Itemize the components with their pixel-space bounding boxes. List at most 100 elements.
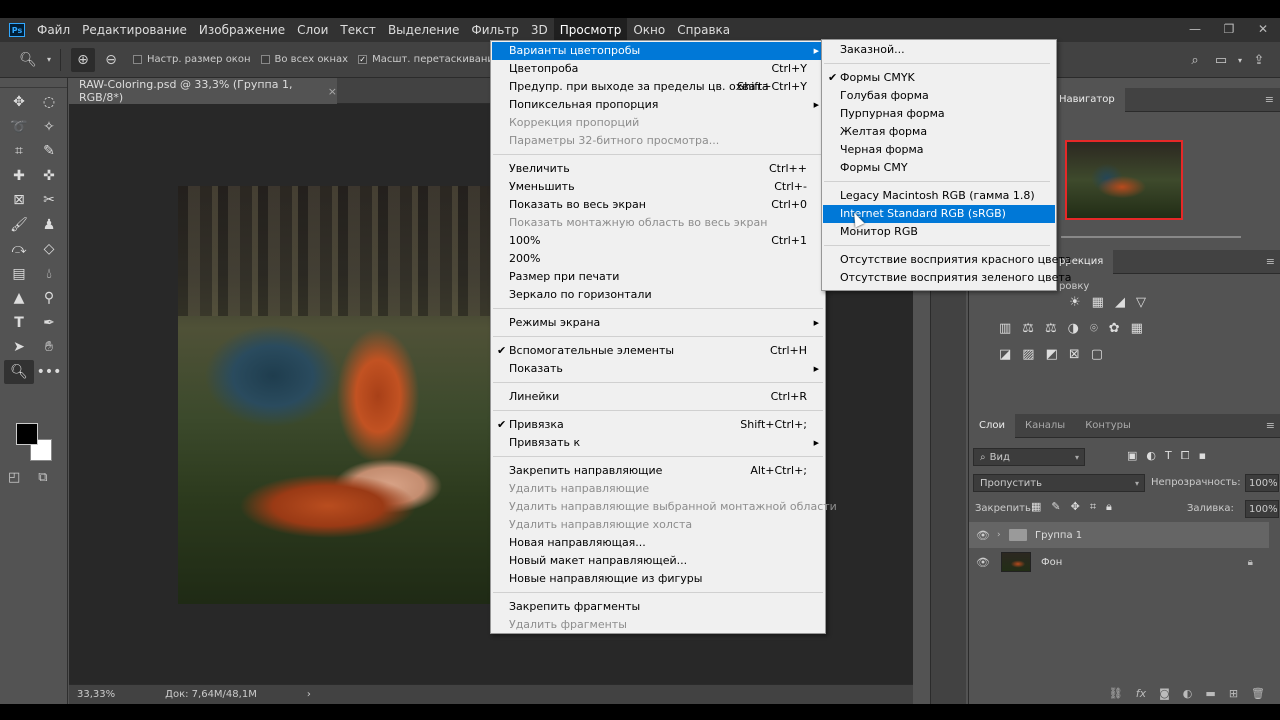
tab-layers[interactable]: Слои xyxy=(969,413,1015,438)
menu-item-gamut-warning[interactable]: Предупр. при выходе за пределы цв. охват… xyxy=(492,78,824,96)
menu-file[interactable]: Файл xyxy=(31,18,76,42)
restore-button[interactable]: ❐ xyxy=(1212,18,1246,42)
chevron-down-icon[interactable]: ▾ xyxy=(1234,56,1246,65)
menu-view[interactable]: Просмотр xyxy=(553,18,628,42)
zoom-in-icon[interactable]: ⊕ xyxy=(71,47,95,72)
menu-item-lock-slices[interactable]: Закрепить фрагменты xyxy=(492,598,824,616)
layer-filter-dropdown[interactable]: ⌕ Вид ▾ xyxy=(973,448,1085,466)
eye-icon[interactable]: 👁︎ xyxy=(969,529,997,542)
submenu-item-custom[interactable]: Заказной... xyxy=(823,41,1055,59)
submenu-item-working-cmyk[interactable]: ✔ Формы CMYK xyxy=(823,69,1055,87)
image-filter-icon[interactable]: ▣ xyxy=(1127,449,1137,463)
submenu-item-deuteranopia[interactable]: Отсутствие восприятия зеленого цвета xyxy=(823,269,1071,287)
pen-tool-icon[interactable]: ✒ xyxy=(34,311,64,336)
adjustment-filter-icon[interactable]: ◐ xyxy=(1146,449,1156,463)
menu-item-proof-setup[interactable]: Варианты цветопробы ▶ xyxy=(492,42,824,60)
menu-item-screen-mode[interactable]: Режимы экрана ▶ xyxy=(492,314,824,332)
minimize-button[interactable]: — xyxy=(1178,18,1212,42)
fx-icon[interactable]: fx xyxy=(1136,687,1146,700)
menu-edit[interactable]: Редактирование xyxy=(76,18,193,42)
menu-help[interactable]: Справка xyxy=(671,18,736,42)
bw-icon[interactable]: ◑ xyxy=(1068,321,1079,336)
type-tool-icon[interactable]: T xyxy=(4,311,34,336)
lock-artboard-icon[interactable]: ⌗ xyxy=(1090,500,1096,514)
all-windows-checkbox[interactable]: Во всех окнах xyxy=(260,54,348,65)
hue-sat-icon[interactable]: ⚖ xyxy=(1022,321,1034,336)
quick-mask-icon[interactable]: ◰ xyxy=(8,470,20,485)
new-group-icon[interactable]: ▬ xyxy=(1205,687,1215,700)
trash-icon[interactable]: 🗑︎ xyxy=(1251,687,1265,700)
vibrance-icon[interactable]: ▥ xyxy=(999,321,1011,336)
channel-mixer-icon[interactable]: ✿ xyxy=(1109,321,1120,336)
lock-transparency-icon[interactable]: ▦ xyxy=(1031,500,1041,514)
menu-item-fit-screen[interactable]: Показать во весь экран Ctrl+0 xyxy=(492,196,824,214)
link-layers-icon[interactable]: ⛓ xyxy=(1109,687,1123,700)
resize-windows-checkbox[interactable]: Настр. размер окон xyxy=(133,54,251,65)
menu-item-snap-to[interactable]: Привязать к ▶ xyxy=(492,434,824,452)
menu-select[interactable]: Выделение xyxy=(382,18,465,42)
lasso-tool-icon[interactable]: ➰ xyxy=(4,115,34,140)
brightness-icon[interactable]: ☀ xyxy=(1069,295,1081,310)
menu-filter[interactable]: Фильтр xyxy=(465,18,524,42)
tab-channels[interactable]: Каналы xyxy=(1015,414,1075,438)
submenu-item-protanopia[interactable]: Отсутствие восприятия красного цвета xyxy=(823,251,1071,269)
chevron-right-icon[interactable]: › xyxy=(997,530,1009,540)
submenu-item-legacy-mac-rgb[interactable]: Legacy Macintosh RGB (гамма 1.8) xyxy=(823,187,1055,205)
menu-item-200-percent[interactable]: 200% xyxy=(492,250,824,268)
dodge-tool-icon[interactable]: ▲ xyxy=(4,286,34,311)
move-tool-icon[interactable]: ✥ xyxy=(4,90,34,115)
menu-item-proof-colors[interactable]: Цветопроба Ctrl+Y xyxy=(492,60,824,78)
tab-navigator[interactable]: Навигатор xyxy=(1049,87,1125,112)
more-tools-icon[interactable]: ••• xyxy=(34,360,64,385)
submenu-item-cmy-plates[interactable]: Формы CMY xyxy=(823,159,1055,177)
levels-icon[interactable]: ▦ xyxy=(1092,295,1104,310)
eye-icon[interactable]: 👁︎ xyxy=(969,556,997,569)
menu-item-100-percent[interactable]: 100% Ctrl+1 xyxy=(492,232,824,250)
close-button[interactable]: ✕ xyxy=(1246,18,1280,42)
menu-item-extras[interactable]: ✔ Вспомогательные элементы Ctrl+H xyxy=(492,342,824,360)
zoom-tool-preset-icon[interactable]: 🔍︎ xyxy=(16,48,40,72)
blur-tool-icon[interactable]: 💧︎ xyxy=(34,262,64,287)
brush-tool-icon[interactable]: 🖌︎ xyxy=(4,213,34,238)
color-balance-icon[interactable]: ⚖ xyxy=(1045,321,1057,336)
stamp-tool-icon[interactable]: ♟ xyxy=(34,213,64,238)
layer-row-background[interactable]: 👁︎ Фон 🔒︎ xyxy=(969,549,1269,575)
gradient-map-icon[interactable]: ▢ xyxy=(1091,347,1103,362)
add-mask-icon[interactable]: ◙ xyxy=(1159,687,1170,700)
hand-tool-icon[interactable]: ✋︎ xyxy=(34,335,64,360)
tab-paths[interactable]: Контуры xyxy=(1075,414,1141,438)
workspace-icon[interactable]: ▭ xyxy=(1208,53,1234,68)
navigator-thumbnail[interactable] xyxy=(1065,140,1183,220)
submenu-item-yellow-plate[interactable]: Желтая форма xyxy=(823,123,1055,141)
zoom-tool-icon[interactable]: 🔍︎ xyxy=(4,359,34,384)
magic-wand-tool-icon[interactable]: ✧ xyxy=(34,115,64,140)
lock-pixels-icon[interactable]: ✎ xyxy=(1051,500,1060,514)
menu-item-pixel-aspect[interactable]: Попиксельная пропорция ▶ xyxy=(492,96,824,114)
submenu-item-magenta-plate[interactable]: Пурпурная форма xyxy=(823,105,1055,123)
posterize-icon[interactable]: ▨ xyxy=(1022,347,1034,362)
lock-position-icon[interactable]: ✥ xyxy=(1071,500,1080,514)
menu-item-guides-from-shape[interactable]: Новые направляющие из фигуры xyxy=(492,570,824,588)
menu-item-zoom-out[interactable]: Уменьшить Ctrl+- xyxy=(492,178,824,196)
color-lookup-icon[interactable]: ▦ xyxy=(1131,321,1143,336)
lock-all-icon[interactable]: 🔒︎ xyxy=(1106,500,1112,514)
opacity-field[interactable]: 100% xyxy=(1245,474,1279,492)
document-tab[interactable]: RAW-Coloring.psd @ 33,3% (Группа 1, RGB/… xyxy=(69,78,337,104)
menu-item-show[interactable]: Показать ▶ xyxy=(492,360,824,378)
toolbox-grip[interactable] xyxy=(0,78,67,88)
blend-mode-dropdown[interactable]: Пропустить ▾ xyxy=(973,474,1145,492)
screen-mode-icon[interactable]: ⧉ xyxy=(38,470,47,485)
gradient-tool-icon[interactable]: ▤ xyxy=(4,262,34,287)
path-selection-tool-icon[interactable]: ➤ xyxy=(4,335,34,360)
menu-item-new-guide[interactable]: Новая направляющая... xyxy=(492,534,824,552)
photo-filter-icon[interactable]: ⌾ xyxy=(1090,321,1098,336)
fill-field[interactable]: 100% xyxy=(1245,500,1279,518)
chevron-down-icon[interactable]: ▾ xyxy=(44,48,54,72)
layer-row-group[interactable]: 👁︎ › Группа 1 xyxy=(969,522,1269,548)
shape-filter-icon[interactable]: ⧠ xyxy=(1181,449,1190,463)
panel-menu-icon[interactable]: ≡ xyxy=(1266,419,1275,432)
history-brush-tool-icon[interactable]: ⤼ xyxy=(4,237,34,262)
threshold-icon[interactable]: ◩ xyxy=(1046,347,1058,362)
panel-menu-icon[interactable]: ≡ xyxy=(1266,255,1275,268)
submenu-item-cyan-plate[interactable]: Голубая форма xyxy=(823,87,1055,105)
